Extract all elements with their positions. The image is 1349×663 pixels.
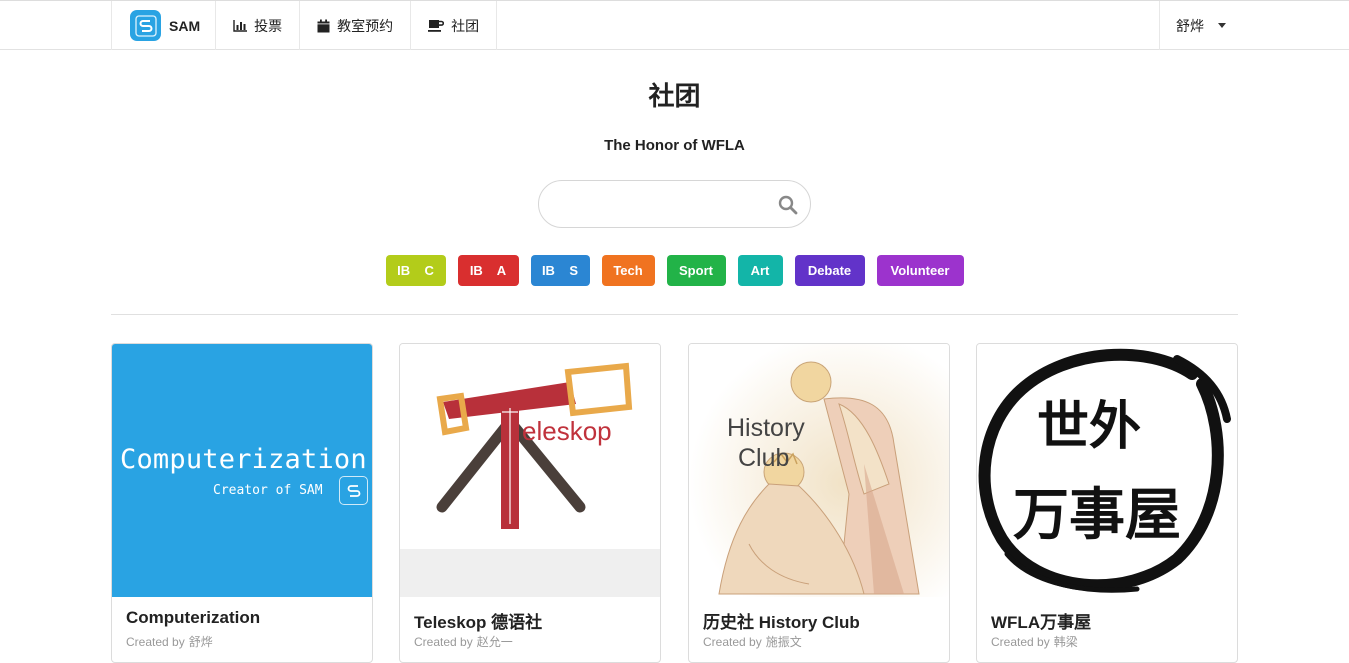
main-nav: SAM 投票 教室预约 社团 [111,1,498,50]
bar-chart-icon [233,19,248,32]
created-by-label: Created by [414,635,473,649]
chevron-down-icon [1218,23,1226,28]
brand-link[interactable]: SAM [112,1,217,50]
brand-label: SAM [169,17,201,34]
club-cover-image: 世外 万事屋 [977,344,1237,597]
tag-debate[interactable]: Debate [794,255,865,286]
club-name: WFLA万事屋 [991,613,1092,632]
tag-ib-s[interactable]: IB S [530,255,590,286]
sam-logo-icon [339,476,368,505]
page-title: 社团 [648,81,701,111]
club-name: 历史社 History Club [703,613,860,632]
coffee-cup-icon [428,19,445,32]
cover-title: Computerization [120,444,367,475]
tag-art[interactable]: Art [737,255,783,286]
page-subtitle: The Honor of WFLA [604,137,745,154]
search-input[interactable] [557,191,777,217]
creator-name: 施振文 [765,635,802,649]
cover-text: 世外 [1037,397,1141,457]
tag-ib-a[interactable]: IB A [457,255,519,286]
search-icon[interactable] [778,195,798,220]
tag-volunteer[interactable]: Volunteer [876,255,964,286]
created-by-label: Created by [703,635,762,649]
club-name: Computerization [126,608,261,627]
club-cover-image: History Club [689,344,949,597]
club-cover-image: Computerization Creator of SAM [112,344,372,597]
nav-item-clubs[interactable]: 社团 [411,1,498,50]
cover-text: 万事屋 [1013,483,1181,548]
cover-text: History [727,414,805,442]
user-name: 舒烨 [1176,17,1204,34]
tag-sport[interactable]: Sport [666,255,726,286]
created-by-label: Created by [126,635,185,649]
creator-name: 韩梁 [1053,635,1078,649]
creator-name: 舒烨 [188,635,213,649]
user-menu[interactable]: 舒烨 [1159,1,1243,50]
sam-logo-icon [130,10,161,41]
tag-tech[interactable]: Tech [601,255,655,286]
club-cover-image: eleskop [400,344,660,597]
category-tags: IB C IB A IB S Tech Sport Art Debate Vol… [0,255,1349,286]
club-card[interactable]: eleskop Teleskop 德语社 Created by 赵允一 [399,343,661,663]
cover-text: eleskop [522,416,612,446]
calendar-icon [317,19,330,33]
club-name: Teleskop 德语社 [414,613,543,632]
tag-ib-c[interactable]: IB C [385,255,446,286]
club-card[interactable]: Computerization Creator of SAM Computeri… [111,343,373,663]
section-divider [111,314,1238,315]
cover-subtitle: Creator of SAM [213,483,323,498]
nav-item-label: 教室预约 [337,17,394,34]
search-box [538,180,811,228]
created-by-label: Created by [991,635,1050,649]
top-navbar: SAM 投票 教室预约 社团 舒烨 [0,0,1349,50]
cover-text: Club [738,444,789,472]
nav-item-classroom[interactable]: 教室预约 [300,1,412,50]
nav-item-vote[interactable]: 投票 [216,1,301,50]
nav-item-label: 社团 [451,17,480,34]
club-card[interactable]: 世外 万事屋 WFLA万事屋 Created by 韩梁 [976,343,1238,663]
creator-name: 赵允一 [476,635,513,649]
nav-item-label: 投票 [254,17,283,34]
club-card[interactable]: History Club 历史社 History Club Created by… [688,343,950,663]
